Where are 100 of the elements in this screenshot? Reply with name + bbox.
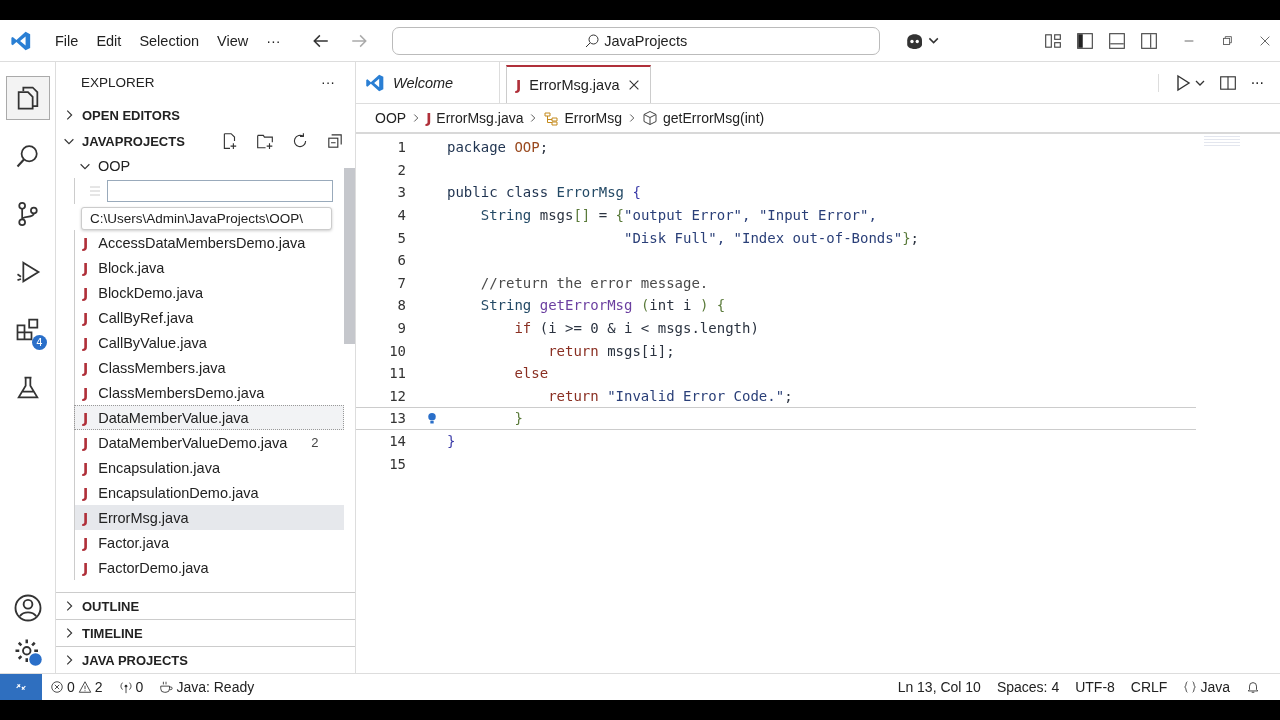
more-actions[interactable]: ··· (321, 74, 335, 90)
line-number: 2 (396, 161, 406, 178)
code-line: } (513, 410, 523, 427)
activity-bar-button[interactable]: 4 (5, 308, 50, 352)
section-title: TIMELINE (82, 625, 143, 641)
warning-count: 2 (94, 679, 103, 695)
notifications-icon[interactable] (1246, 680, 1260, 694)
folder-item[interactable]: OOP (56, 154, 344, 178)
explorer-entry[interactable]: J Factor.java (74, 530, 344, 555)
new-file-icon[interactable] (221, 132, 239, 150)
restore-icon[interactable] (1220, 33, 1234, 48)
breadcrumb-item[interactable]: getErrorMsg(int) (663, 110, 765, 126)
code-line: if (i >= 0 & i < msgs.length) (513, 320, 759, 337)
file-name: CallByRef.java (98, 309, 194, 326)
java-icon: J (83, 234, 89, 251)
code-line: String getErrorMsg (int i ) { (479, 297, 726, 314)
file-name: AccessDataMembersDemo.java (98, 234, 306, 251)
file-name: FactorDemo.java (98, 559, 209, 576)
cube-icon (642, 110, 659, 126)
explorer-entry[interactable]: J Encapsulation.java (74, 455, 344, 480)
code-line: String msgs[] = {"output Error", "Input Error", (479, 207, 877, 224)
menu-item[interactable]: View (210, 28, 256, 53)
command-center-text: JavaProjects (604, 32, 688, 49)
new-folder-icon[interactable] (256, 132, 274, 150)
explorer-entry[interactable]: J DataMemberValueDemo.java 2 (74, 430, 344, 455)
code-line: } (447, 433, 456, 449)
file-name: ClassMembersDemo.java (98, 384, 265, 401)
explorer-entry[interactable]: J FactorDemo.java (74, 555, 344, 580)
line-number: 15 (388, 455, 406, 472)
section-header[interactable]: OUTLINE (56, 592, 355, 619)
split-editor-icon[interactable] (1218, 73, 1237, 92)
sidebar-toggle-icon[interactable] (1076, 31, 1094, 50)
breadcrumb-item[interactable]: ErrorMsg (564, 110, 623, 126)
panel-toggle-icon[interactable] (1108, 31, 1126, 50)
layout-icon[interactable] (1044, 31, 1062, 50)
line-number: 8 (396, 297, 406, 314)
ports-count: 0 (135, 679, 144, 695)
language-text: Java (1200, 679, 1230, 695)
antenna-icon (118, 680, 133, 694)
section-title: JAVA PROJECTS (82, 652, 188, 668)
scrollbar-thumb[interactable] (344, 168, 355, 344)
explorer-entry[interactable]: J ErrorMsg.java (74, 505, 344, 530)
breadcrumb-item[interactable]: OOP (375, 110, 407, 126)
more-actions[interactable]: ··· (1250, 74, 1264, 91)
java-status[interactable]: Java: Ready (151, 679, 263, 695)
collapse-all-icon[interactable] (326, 132, 344, 150)
line-number: 9 (396, 320, 406, 337)
menu-item[interactable]: Edit (89, 28, 129, 53)
breadcrumb-item[interactable]: ErrorMsg.java (436, 110, 524, 126)
java-icon: J (83, 559, 89, 576)
editor-tab[interactable]: Welcome (356, 62, 500, 103)
app-logo-icon (365, 72, 385, 93)
warning-icon (77, 680, 92, 694)
problems-status[interactable]: 0 2 (42, 679, 111, 695)
explorer-entry[interactable]: J ClassMembers.java (74, 355, 344, 380)
braces-icon (1183, 680, 1198, 694)
tab-label: ErrorMsg.java (529, 77, 620, 93)
editor-tab[interactable]: J ErrorMsg.java (506, 65, 652, 103)
status-item[interactable]: Spaces: 4 (988, 679, 1068, 695)
line-number: 1 (396, 139, 406, 156)
code-line: public class ErrorMsg { (447, 184, 641, 201)
java-icon: J (83, 359, 89, 376)
explorer-title: EXPLORER (81, 74, 155, 90)
status-item[interactable]: Ln 13, Col 10 (889, 679, 989, 695)
menu-item[interactable]: Selection (132, 28, 207, 53)
file-name: EncapsulationDemo.java (98, 484, 259, 501)
open-editors-header[interactable]: OPEN EDITORS (56, 102, 355, 128)
lightbulb-icon[interactable] (426, 411, 437, 425)
java-icon: J (83, 309, 89, 326)
menu-item[interactable]: File (48, 28, 86, 53)
menu-item[interactable]: ··· (259, 28, 288, 53)
code-line: return "Invalid Error Code."; (547, 387, 793, 404)
java-icon: J (83, 259, 89, 276)
section-header[interactable]: JAVA PROJECTS (56, 646, 355, 673)
command-center-field[interactable]: JavaProjects (391, 26, 880, 55)
secondary-sidebar-icon[interactable] (1140, 31, 1158, 50)
java-icon: J (83, 484, 89, 501)
line-number: 11 (388, 365, 406, 382)
activity-bar-button[interactable] (5, 76, 50, 120)
app-logo-icon (10, 29, 32, 52)
explorer-entry[interactable]: J DataMemberValue.java (74, 405, 344, 430)
line-number: 14 (388, 433, 406, 449)
remote-button[interactable] (0, 673, 42, 701)
status-item[interactable]: CRLF (1122, 679, 1176, 695)
java-icon: J (83, 434, 89, 451)
error-count: 0 (67, 679, 75, 695)
error-icon (50, 680, 64, 694)
section-title: OUTLINE (82, 598, 140, 614)
file-name: BlockDemo.java (98, 284, 203, 301)
refresh-icon[interactable] (291, 132, 309, 150)
status-item[interactable]: UTF-8 (1067, 679, 1123, 695)
coffee-cup-icon (159, 680, 174, 694)
section-title: JAVAPROJECTS (82, 133, 185, 149)
project-header[interactable]: JAVAPROJECTS (56, 128, 355, 154)
account-icon[interactable] (12, 593, 43, 623)
new-file-name-field[interactable] (107, 180, 333, 202)
section-header[interactable]: TIMELINE (56, 619, 355, 646)
ports-status[interactable]: 0 (110, 679, 152, 695)
line-number: 4 (396, 207, 406, 224)
language-status[interactable]: Java (1175, 679, 1238, 695)
